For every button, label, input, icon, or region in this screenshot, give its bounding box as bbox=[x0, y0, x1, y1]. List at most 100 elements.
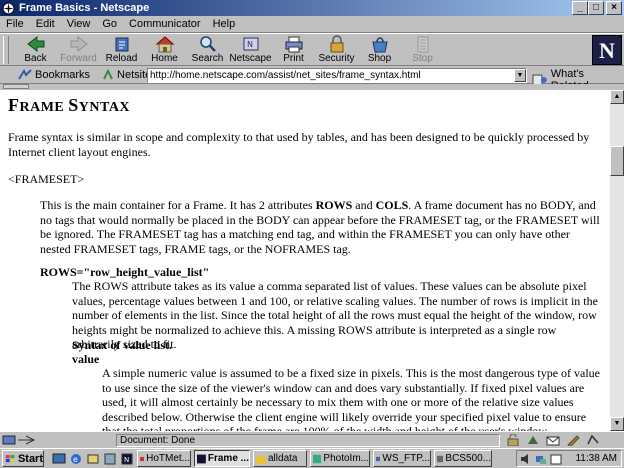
rows-attribute-heading: ROWS="row_height_value_list" bbox=[40, 265, 210, 279]
reload-label: Reload bbox=[105, 53, 138, 64]
clock: 11:38 AM bbox=[575, 453, 617, 464]
window-title: Frame Basics - Netscape bbox=[19, 2, 150, 14]
back-label: Back bbox=[24, 53, 47, 64]
bcs-icon bbox=[437, 455, 444, 462]
security-label: Security bbox=[318, 53, 355, 64]
netscape-task-icon bbox=[197, 454, 206, 463]
scroll-up-button[interactable]: ▲ bbox=[610, 90, 624, 104]
home-icon bbox=[155, 36, 174, 53]
bookmarks-button[interactable]: Bookmarks bbox=[35, 69, 90, 81]
forward-button[interactable]: Forward bbox=[57, 34, 100, 65]
netscape-quick-icon[interactable]: N bbox=[120, 452, 134, 466]
netscape-icon: N bbox=[243, 37, 258, 51]
scroll-down-button[interactable]: ▼ bbox=[610, 417, 624, 431]
toolbar-expand-tab[interactable] bbox=[3, 84, 29, 89]
network-icon[interactable] bbox=[535, 453, 547, 465]
navigator-icon[interactable] bbox=[526, 434, 540, 446]
security-lock-icon[interactable] bbox=[506, 434, 520, 446]
value-heading: value bbox=[72, 352, 100, 366]
page-content: FRAME SYNTAX Frame syntax is similar in … bbox=[0, 90, 610, 431]
svg-text:N: N bbox=[124, 456, 129, 464]
menu-edit[interactable]: Edit bbox=[30, 18, 61, 30]
menu-go[interactable]: Go bbox=[96, 18, 123, 30]
url-text: http://home.netscape.com/assist/net_site… bbox=[150, 70, 421, 81]
value-description: A simple numeric value is assumed to be … bbox=[102, 366, 601, 431]
back-button[interactable]: Back bbox=[14, 34, 57, 65]
vertical-scrollbar[interactable]: ▲ ▼ bbox=[610, 90, 624, 431]
internet-explorer-icon[interactable]: e bbox=[69, 452, 83, 466]
home-button[interactable]: Home bbox=[143, 34, 186, 65]
start-label: Start bbox=[17, 452, 43, 465]
menu-bar: File Edit View Go Communicator Help bbox=[0, 16, 624, 33]
netscape-button[interactable]: N Netscape bbox=[229, 34, 272, 65]
task-photoimpact[interactable]: PhotoIm... bbox=[310, 450, 370, 467]
windows-logo-icon bbox=[5, 454, 15, 462]
task-frame[interactable]: Frame ... bbox=[194, 450, 250, 467]
task-alldata[interactable]: alldata bbox=[253, 450, 307, 467]
menu-help[interactable]: Help bbox=[207, 18, 242, 30]
channels-icon[interactable] bbox=[103, 452, 117, 466]
menu-communicator[interactable]: Communicator bbox=[123, 18, 207, 30]
location-toolbar: Bookmarks Netsite : http://home.netscape… bbox=[0, 67, 624, 92]
mail-icon[interactable] bbox=[546, 434, 560, 446]
forward-arrow-icon bbox=[70, 35, 88, 53]
search-icon bbox=[199, 36, 216, 52]
start-button[interactable]: Start bbox=[2, 450, 44, 467]
reload-icon bbox=[115, 37, 128, 52]
menu-view[interactable]: View bbox=[61, 18, 97, 30]
ftp-icon bbox=[376, 456, 381, 461]
task-hotmetal[interactable]: HoTMet... bbox=[137, 450, 191, 467]
component-bar-icon[interactable] bbox=[2, 434, 36, 446]
print-icon bbox=[285, 36, 302, 53]
close-button[interactable]: × bbox=[606, 1, 622, 15]
search-label: Search bbox=[191, 53, 224, 64]
intro-paragraph: Frame syntax is similar in scope and com… bbox=[8, 130, 590, 159]
svg-text:e: e bbox=[73, 455, 78, 464]
windows-taskbar: Start e N HoTMet... Frame ... alldata Ph… bbox=[0, 448, 624, 468]
window-titlebar[interactable]: Frame Basics - Netscape _ □ × bbox=[0, 0, 624, 16]
minimize-button[interactable]: _ bbox=[572, 1, 588, 15]
frameset-description: This is the main container for a Frame. … bbox=[40, 198, 600, 256]
url-field[interactable]: http://home.netscape.com/assist/net_site… bbox=[147, 68, 527, 83]
composer-icon[interactable] bbox=[566, 434, 580, 446]
print-button[interactable]: Print bbox=[272, 34, 315, 65]
netscape-label: Netscape bbox=[229, 53, 272, 64]
status-text: Document: Done bbox=[116, 434, 500, 447]
security-icon bbox=[330, 35, 343, 53]
outlook-express-icon[interactable] bbox=[86, 452, 100, 466]
netsite-icon bbox=[103, 69, 113, 80]
scheduler-icon[interactable] bbox=[550, 453, 562, 465]
quick-launch: e N bbox=[52, 452, 134, 466]
shop-icon bbox=[371, 37, 388, 53]
search-button[interactable]: Search bbox=[186, 34, 229, 65]
maximize-button[interactable]: □ bbox=[588, 1, 604, 15]
status-bar: Document: Done bbox=[0, 431, 624, 448]
print-label: Print bbox=[283, 53, 304, 64]
stop-icon bbox=[417, 36, 428, 53]
back-arrow-icon bbox=[26, 35, 44, 53]
netscape-app-icon bbox=[2, 2, 15, 14]
reload-button[interactable]: Reload bbox=[100, 34, 143, 65]
security-button[interactable]: Security bbox=[315, 34, 358, 65]
shop-button[interactable]: Shop bbox=[358, 34, 401, 65]
volume-icon[interactable] bbox=[520, 453, 532, 465]
frameset-tag-heading: <FRAMESET> bbox=[8, 172, 85, 186]
forward-label: Forward bbox=[60, 53, 97, 64]
task-wsftp[interactable]: WS_FTP... bbox=[373, 450, 431, 467]
desktop-icon[interactable] bbox=[52, 452, 66, 466]
url-dropdown-button[interactable]: ▼ bbox=[514, 69, 526, 82]
stop-button[interactable]: Stop bbox=[401, 34, 444, 65]
home-label: Home bbox=[151, 53, 178, 64]
task-bcs500[interactable]: BCS500... bbox=[434, 450, 492, 467]
system-tray: 11:38 AM bbox=[516, 450, 622, 467]
netscape-logo[interactable]: N bbox=[592, 35, 622, 65]
syntax-heading: Syntax of value list. bbox=[72, 338, 173, 352]
address-book-icon[interactable] bbox=[586, 434, 600, 446]
photoimpact-icon bbox=[313, 454, 322, 463]
toolbar-grip[interactable] bbox=[3, 36, 9, 64]
scroll-thumb[interactable] bbox=[610, 146, 624, 176]
svg-text:N: N bbox=[247, 40, 253, 49]
stop-label: Stop bbox=[412, 53, 433, 64]
menu-file[interactable]: File bbox=[0, 18, 30, 30]
bookmarks-icon bbox=[18, 69, 32, 80]
